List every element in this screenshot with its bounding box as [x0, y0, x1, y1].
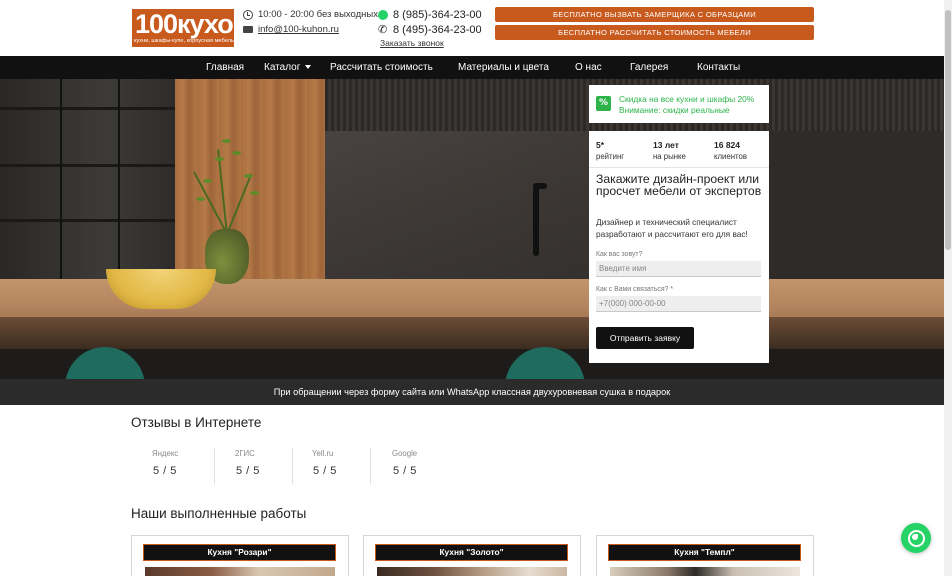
divider [214, 448, 215, 484]
callback-link[interactable]: Заказать звонок [380, 38, 444, 48]
hero-image [0, 79, 944, 379]
hero-shelf [0, 107, 175, 110]
hero-frame [118, 79, 120, 279]
review-yandex[interactable]: Яндекс 5 / 5 [152, 448, 230, 484]
working-hours-text: 10:00 - 20:00 без выходных [258, 9, 378, 20]
whatsapp-phone-line: 8 (985)-364-23-00 [378, 9, 482, 21]
work-photo [145, 567, 335, 576]
discount-line-2: Внимание: скидки реальные [619, 105, 730, 115]
work-card-title: Кухня "Золото" [375, 544, 568, 561]
review-score: 5 / 5 [393, 465, 417, 477]
nav-materials[interactable]: Материалы и цвета [458, 56, 549, 79]
divider [589, 167, 769, 168]
callback-line: Заказать звонок [380, 38, 444, 48]
work-card-title: Кухня "Розари" [143, 544, 336, 561]
hero-counter-edge [0, 317, 944, 349]
review-google[interactable]: Google 5 / 5 [392, 448, 470, 484]
hero-leaf [244, 174, 253, 178]
hero-shelf [0, 219, 175, 222]
review-source: Yell.ru [312, 449, 334, 458]
gift-banner: При обращении через форму сайта или What… [0, 379, 944, 405]
stat-value: 13 лет [653, 140, 679, 150]
form-title: Закажите дизайн-проект или просчет мебел… [596, 172, 762, 198]
nav-catalog-label: Каталог [264, 62, 301, 73]
review-score: 5 / 5 [313, 465, 337, 477]
hero-faucet [533, 186, 539, 256]
form-description: Дизайнер и технический специалист разраб… [596, 217, 748, 239]
phone-icon: ✆ [378, 24, 388, 36]
name-input[interactable]: Введите имя [596, 261, 761, 277]
nav-gallery[interactable]: Галерея [630, 56, 668, 79]
main-phone[interactable]: 8 (495)-364-23-00 [393, 24, 482, 36]
stat-value: 16 824 [714, 140, 740, 150]
work-card[interactable]: Кухня "Золото" [363, 535, 581, 576]
scrollbar[interactable] [944, 0, 952, 576]
divider [292, 448, 293, 484]
stat-label: рейтинг [596, 152, 625, 161]
calculate-cost-button[interactable]: БЕСПЛАТНО РАССЧИТАТЬ СТОИМОСТЬ МЕБЕЛИ [495, 25, 814, 40]
work-card[interactable]: Кухня "Темпл" [596, 535, 814, 576]
work-card-title: Кухня "Темпл" [608, 544, 801, 561]
name-label: Как вас зовут? [596, 251, 643, 258]
review-source: Яндекс [152, 449, 179, 458]
discount-text: Скидка на все кухни и шкафы 20% Внимание… [619, 94, 754, 116]
hero-leaf [196, 197, 205, 201]
work-photo [377, 567, 567, 576]
discount-card: % Скидка на все кухни и шкафы 20% Вниман… [589, 85, 769, 123]
whatsapp-phone[interactable]: 8 (985)-364-23-00 [393, 9, 482, 21]
email-link[interactable]: info@100-kuhon.ru [258, 24, 339, 35]
stat-label: клиентов [714, 152, 748, 161]
main-phone-line: ✆ 8 (495)-364-23-00 [378, 24, 482, 36]
stat-label: на рынке [653, 152, 686, 161]
reviews-title: Отзывы в Интернете [131, 415, 262, 430]
stat-clients: 16 824 клиентов [714, 140, 747, 162]
percent-icon: % [596, 96, 611, 111]
nav-contacts[interactable]: Контакты [697, 56, 740, 79]
order-form: 5* рейтинг 13 лет на рынке 16 824 клиент… [589, 131, 769, 363]
review-source: Google [392, 449, 418, 458]
scrollbar-thumb[interactable] [945, 10, 951, 250]
hero-leaf [232, 151, 241, 155]
stat-years: 13 лет на рынке [653, 140, 686, 162]
divider [370, 448, 371, 484]
hero-leaf [203, 179, 212, 183]
works-title: Наши выполненные работы [131, 506, 307, 521]
call-measurer-button[interactable]: БЕСПЛАТНО ВЫЗВАТЬ ЗАМЕРЩИКА С ОБРАЗЦАМИ [495, 7, 814, 22]
nav-about[interactable]: О нас [575, 56, 602, 79]
whatsapp-icon [378, 10, 388, 20]
chevron-down-icon [305, 65, 312, 70]
hero-leaf [222, 139, 231, 143]
stat-value: 5* [596, 140, 605, 150]
review-yell[interactable]: Yell.ru 5 / 5 [312, 448, 390, 484]
email-line: info@100-kuhon.ru [243, 24, 339, 35]
clock-icon [243, 9, 253, 20]
work-card[interactable]: Кухня "Розари" [131, 535, 349, 576]
working-hours: 10:00 - 20:00 без выходных [243, 9, 378, 20]
discount-line-1: Скидка на все кухни и шкафы 20% [619, 94, 755, 104]
work-photo [610, 567, 800, 576]
stat-rating: 5* рейтинг [596, 140, 624, 162]
phone-input[interactable]: +7(000) 000-00-00 [596, 296, 761, 312]
review-2gis[interactable]: 2ГИС 5 / 5 [235, 448, 313, 484]
contact-label: Как с Вами связаться? * [596, 286, 674, 293]
whatsapp-float-button[interactable] [901, 523, 931, 553]
nav-catalog[interactable]: Каталог [264, 56, 312, 79]
submit-button[interactable]: Отправить заявку [596, 327, 694, 349]
hero-leaf [215, 157, 224, 161]
hero-frame [60, 79, 62, 279]
nav-home[interactable]: Главная [206, 56, 244, 79]
review-score: 5 / 5 [153, 465, 177, 477]
nav-calc[interactable]: Рассчитать стоимость [330, 56, 433, 79]
mail-icon [243, 26, 253, 33]
hero-shelf [0, 164, 175, 167]
review-score: 5 / 5 [236, 465, 260, 477]
site-header: 100кухонь кухни, шкафы-купе, корпусная м… [0, 0, 944, 56]
logo-subtitle: кухни, шкафы-купе, корпусная мебель [134, 38, 234, 44]
hero-leaf [250, 191, 259, 195]
review-source: 2ГИС [235, 449, 255, 458]
logo[interactable]: 100кухонь кухни, шкафы-купе, корпусная м… [132, 9, 265, 47]
main-nav: Главная Каталог Рассчитать стоимость Мат… [0, 56, 944, 79]
